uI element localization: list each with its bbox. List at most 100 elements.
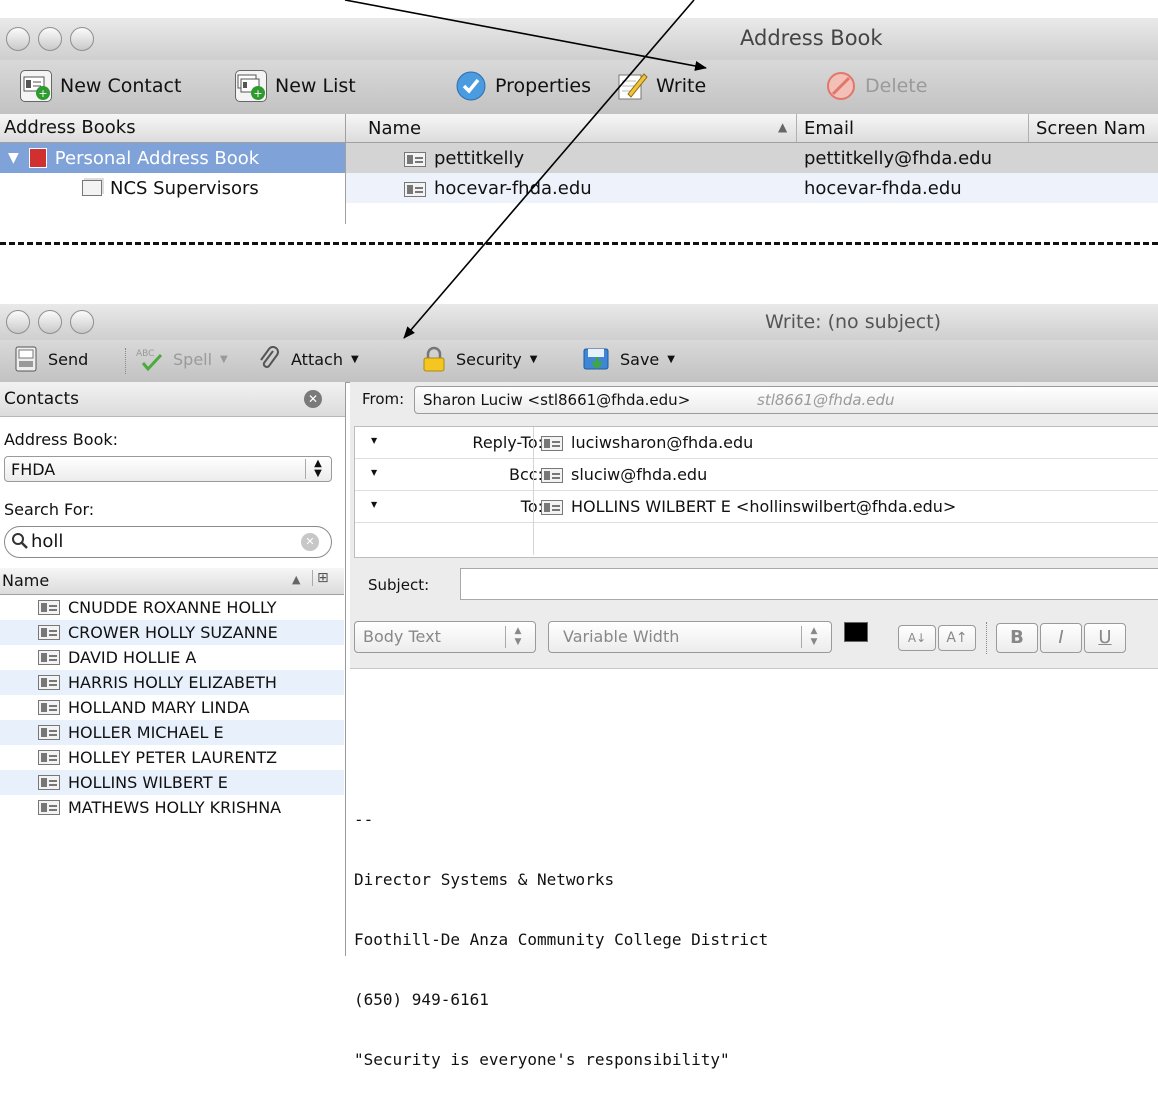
underline-button[interactable]: U [1084, 623, 1126, 653]
address-book-select[interactable]: FHDA ▲ ▼ [4, 456, 332, 482]
contact-card-icon [38, 725, 60, 740]
recipient-type-dropdown-icon[interactable]: ▼ [371, 500, 377, 509]
from-select[interactable]: Sharon Luciw <stl8661@fhda.edu> stl8661@… [414, 386, 1158, 414]
list-item[interactable]: HOLLER MICHAEL E [0, 720, 344, 745]
contact-name: pettitkelly [434, 148, 525, 169]
signature-line: -- [354, 810, 374, 829]
new-list-icon: + [235, 70, 267, 102]
recipient-address[interactable]: sluciw@fhda.edu [571, 465, 707, 484]
signature-line: Director Systems & Networks [354, 870, 615, 889]
svg-text:+: + [253, 87, 262, 100]
save-button[interactable]: Save ▼ [582, 345, 675, 373]
delete-icon [825, 70, 857, 102]
sort-ascending-icon: ▲ [778, 120, 788, 134]
contact-card-icon [404, 181, 426, 197]
contact-email: pettitkelly@fhda.edu [804, 148, 993, 169]
email-column-header[interactable]: Email [804, 118, 854, 139]
clear-search-icon[interactable]: ✕ [301, 533, 319, 551]
column-picker-icon[interactable]: ⊞ [312, 570, 329, 586]
recipient-address[interactable]: HOLLINS WILBERT E <hollinswilbert@fhda.e… [571, 497, 956, 516]
recipient-type[interactable]: Bcc: [509, 465, 543, 484]
window-controls[interactable] [6, 310, 102, 338]
increase-font-size-button[interactable]: A↑ [938, 625, 976, 651]
contacts-list-header: Name ▲ ⊞ [0, 568, 344, 595]
name-column-header[interactable]: Name [2, 571, 49, 590]
minimize-button[interactable] [38, 310, 62, 334]
recipient-row[interactable]: ▼ Reply-To: luciwsharon@fhda.edu [355, 427, 1158, 459]
paragraph-format-value: Body Text [363, 627, 441, 646]
dropdown-arrow-icon[interactable]: ▼ [667, 354, 675, 365]
recipient-address[interactable]: luciwsharon@fhda.edu [571, 433, 753, 452]
dropdown-arrow-icon[interactable]: ▼ [220, 354, 228, 365]
from-label: From: [362, 390, 405, 408]
sort-ascending-icon: ▲ [292, 573, 301, 586]
list-item[interactable]: HOLLEY PETER LAURENTZ [0, 745, 344, 770]
select-stepper-icon: ▲ ▼ [801, 626, 826, 648]
attach-button[interactable]: Attach ▼ [255, 345, 359, 373]
spell-label: Spell [173, 349, 213, 369]
recipient-row[interactable]: ▼ To: HOLLINS WILBERT E <hollinswilbert@… [355, 491, 1158, 523]
subject-label: Subject: [368, 576, 430, 594]
list-item[interactable]: DAVID HOLLIE A [0, 645, 344, 670]
contact-card-icon [38, 675, 60, 690]
from-hint: stl8661@fhda.edu [757, 391, 895, 409]
decrease-font-size-button[interactable]: A↓ [898, 625, 936, 651]
write-window: Write: (no subject) Send ABC Spell ▼ Att… [0, 304, 1158, 1069]
address-book-label: Address Book: [4, 430, 119, 449]
dropdown-arrow-icon[interactable]: ▼ [351, 354, 359, 365]
contact-row[interactable]: pettitkelly pettitkelly@fhda.edu [346, 143, 1158, 173]
compose-area: From: Sharon Luciw <stl8661@fhda.edu> st… [350, 382, 1158, 1069]
book-personal[interactable]: ▼ Personal Address Book [0, 143, 345, 173]
minimize-button[interactable] [38, 27, 62, 51]
subject-input[interactable] [460, 568, 1158, 600]
new-list-button[interactable]: + New List [235, 70, 356, 102]
list-item[interactable]: CNUDDE ROXANNE HOLLY [0, 595, 344, 620]
list-item[interactable]: HOLLAND MARY LINDA [0, 695, 344, 720]
delete-button[interactable]: Delete [825, 70, 927, 102]
mailing-list-icon [82, 180, 102, 196]
contact-row[interactable]: hocevar-fhda.edu hocevar-fhda.edu [346, 173, 1158, 203]
window-controls[interactable] [6, 27, 102, 55]
disclosure-triangle-icon[interactable]: ▼ [8, 150, 19, 166]
book-ncs-supervisors[interactable]: NCS Supervisors [0, 173, 345, 203]
zoom-button[interactable] [70, 27, 94, 51]
contacts-list: CNUDDE ROXANNE HOLLY CROWER HOLLY SUZANN… [0, 595, 344, 820]
close-button[interactable] [6, 310, 30, 334]
list-item[interactable]: HOLLINS WILBERT E [0, 770, 344, 795]
close-button[interactable] [6, 27, 30, 51]
write-button[interactable]: Write [616, 70, 706, 102]
screen-name-column-header[interactable]: Screen Nam [1036, 118, 1146, 139]
list-item[interactable]: HARRIS HOLLY ELIZABETH [0, 670, 344, 695]
close-sidebar-icon[interactable]: ✕ [304, 390, 322, 408]
recipient-type-dropdown-icon[interactable]: ▼ [371, 468, 377, 477]
address-books-header[interactable]: Address Books [0, 114, 345, 143]
text-color-picker[interactable] [844, 622, 878, 652]
font-select[interactable]: Variable Width ▲ ▼ [548, 621, 832, 653]
message-body[interactable]: -- Director Systems & Networks Foothill-… [350, 668, 1158, 1069]
recipient-type[interactable]: To: [521, 497, 543, 516]
paperclip-icon [255, 345, 283, 373]
recipient-type-dropdown-icon[interactable]: ▼ [371, 436, 377, 445]
dropdown-arrow-icon[interactable]: ▼ [530, 354, 538, 365]
spell-button[interactable]: ABC Spell ▼ [135, 345, 228, 373]
properties-button[interactable]: Properties [455, 70, 591, 102]
paragraph-format-select[interactable]: Body Text ▲ ▼ [354, 621, 536, 653]
list-item[interactable]: CROWER HOLLY SUZANNE [0, 620, 344, 645]
send-button[interactable]: Send [12, 345, 88, 373]
select-stepper-icon: ▲ ▼ [505, 626, 530, 648]
italic-button[interactable]: I [1040, 623, 1082, 653]
recipient-row[interactable]: ▼ Bcc: sluciw@fhda.edu [355, 459, 1158, 491]
contacts-sidebar: Contacts ✕ Address Book: FHDA ▲ ▼ Search … [0, 382, 346, 956]
zoom-button[interactable] [70, 310, 94, 334]
name-column-header[interactable]: Name [368, 118, 421, 139]
signature-line: (650) 949-6161 [354, 990, 489, 1009]
contact-card-icon [404, 151, 426, 167]
new-contact-button[interactable]: + New Contact [20, 70, 181, 102]
list-item[interactable]: MATHEWS HOLLY KRISHNA [0, 795, 344, 820]
search-input[interactable]: holl ✕ [4, 526, 332, 558]
bold-button[interactable]: B [996, 623, 1038, 653]
attach-label: Attach [291, 349, 343, 369]
save-label: Save [620, 349, 660, 369]
recipient-row-empty[interactable] [355, 523, 1158, 555]
security-button[interactable]: Security ▼ [420, 345, 537, 373]
